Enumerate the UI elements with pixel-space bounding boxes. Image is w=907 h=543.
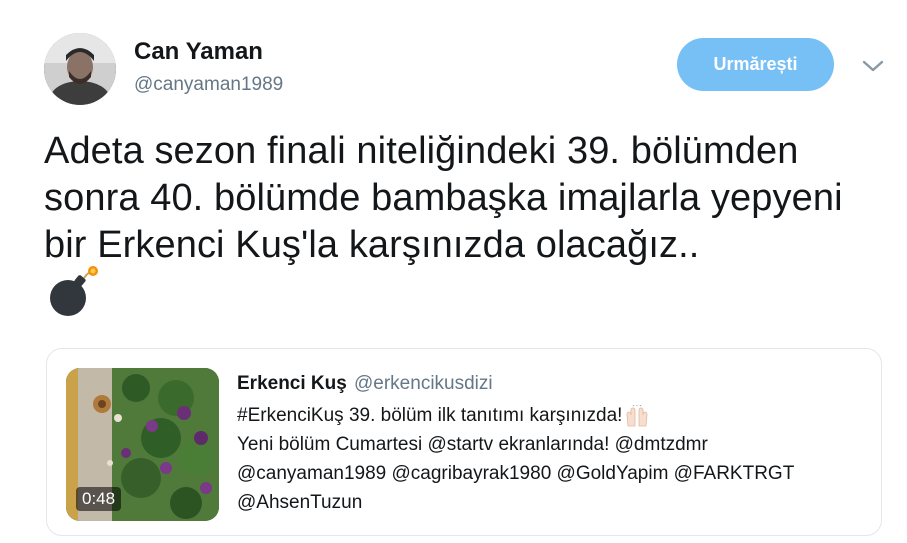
video-thumbnail[interactable]: 0:48 — [66, 368, 219, 521]
quoted-tweet-card[interactable]: 0:48 Erkenci Kuş @erkencikusdizi #Erkenc… — [46, 348, 882, 536]
author-name[interactable]: Can Yaman — [134, 38, 263, 66]
author-avatar[interactable] — [44, 33, 116, 105]
quoted-line-4: @AhsenTuzun — [237, 492, 363, 513]
quoted-author-handle[interactable]: @erkencikusdizi — [354, 373, 493, 395]
chevron-down-icon[interactable] — [860, 56, 886, 76]
author-handle[interactable]: @canyaman1989 — [134, 74, 283, 96]
quoted-author-name[interactable]: Erkenci Kuş — [237, 373, 347, 395]
quoted-line-3: @canyaman1989 @cagribayrak1980 @GoldYapi… — [237, 463, 795, 484]
avatar-image — [44, 33, 116, 105]
raised-hands-icon — [624, 404, 650, 427]
bomb-icon — [46, 264, 98, 318]
quoted-line-2: Yeni bölüm Cumartesi @startv ekranlarınd… — [237, 434, 708, 455]
following-button[interactable]: Urmărești — [677, 38, 834, 91]
quoted-line-1-text: #ErkenciKuş 39. bölüm ilk tanıtımı karşı… — [237, 405, 623, 426]
tweet-text: Adeta sezon finali niteliğindeki 39. böl… — [44, 130, 843, 266]
quoted-tweet-text: #ErkenciKuş 39. bölüm ilk tanıtımı karşı… — [237, 401, 857, 517]
quoted-line-1: #ErkenciKuş 39. bölüm ilk tanıtımı karşı… — [237, 401, 857, 430]
video-duration: 0:48 — [76, 487, 122, 511]
